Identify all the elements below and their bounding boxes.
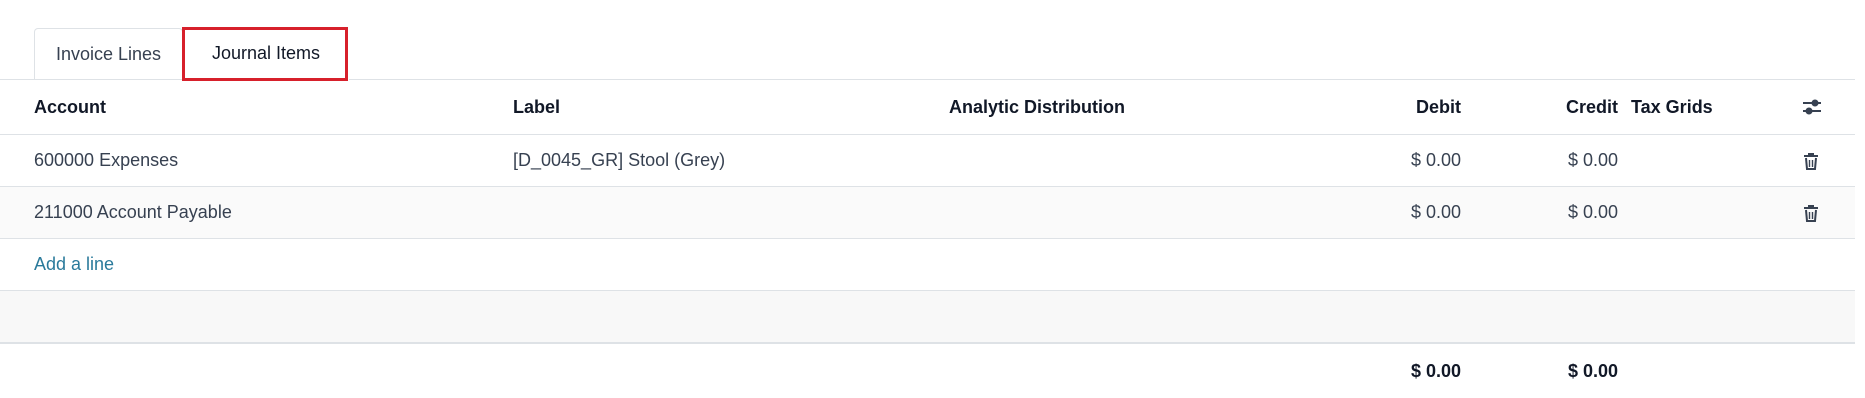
cell-label[interactable]: [D_0045_GR] Stool (Grey) xyxy=(513,135,725,186)
total-debit: $ 0.00 xyxy=(1410,360,1461,381)
optional-columns-icon[interactable] xyxy=(1801,97,1823,117)
column-header-credit[interactable]: Credit xyxy=(1566,80,1618,134)
cell-debit[interactable]: $ 0.00 xyxy=(1411,135,1461,186)
cell-credit[interactable]: $ 0.00 xyxy=(1568,135,1618,186)
tab-invoice-lines[interactable]: Invoice Lines xyxy=(34,28,183,79)
cell-account[interactable]: 211000 Account Payable xyxy=(34,187,232,238)
delete-row-button[interactable] xyxy=(1798,135,1824,186)
column-header-account[interactable]: Account xyxy=(34,80,106,134)
delete-row-button[interactable] xyxy=(1798,187,1824,238)
empty-row xyxy=(0,291,1855,344)
cell-debit[interactable]: $ 0.00 xyxy=(1411,187,1461,238)
journal-items-table: Account Label Analytic Distribution Debi… xyxy=(0,80,1855,398)
trash-icon[interactable] xyxy=(1803,152,1819,170)
table-header: Account Label Analytic Distribution Debi… xyxy=(0,80,1855,135)
add-line-link[interactable]: Add a line xyxy=(34,239,114,290)
column-header-debit[interactable]: Debit xyxy=(1416,80,1461,134)
totals-row: $ 0.00 $ 0.00 xyxy=(0,344,1855,398)
trash-icon[interactable] xyxy=(1803,204,1819,222)
column-header-tax-grids[interactable]: Tax Grids xyxy=(1631,80,1713,134)
optional-columns-toggle[interactable] xyxy=(1799,80,1825,134)
cell-account[interactable]: 600000 Expenses xyxy=(34,135,178,186)
tab-journal-items[interactable]: Journal Items xyxy=(183,28,349,80)
column-header-analytic-distribution[interactable]: Analytic Distribution xyxy=(949,80,1125,134)
column-header-label[interactable]: Label xyxy=(513,80,560,134)
table-row[interactable]: 600000 Expenses [D_0045_GR] Stool (Grey)… xyxy=(0,135,1855,187)
add-line-row: Add a line xyxy=(0,239,1855,291)
table-row[interactable]: 211000 Account Payable $ 0.00 $ 0.00 xyxy=(0,187,1855,239)
total-credit: $ 0.00 xyxy=(1567,360,1618,381)
cell-credit[interactable]: $ 0.00 xyxy=(1568,187,1618,238)
notebook-tabs: Invoice Lines Journal Items xyxy=(0,0,1855,81)
